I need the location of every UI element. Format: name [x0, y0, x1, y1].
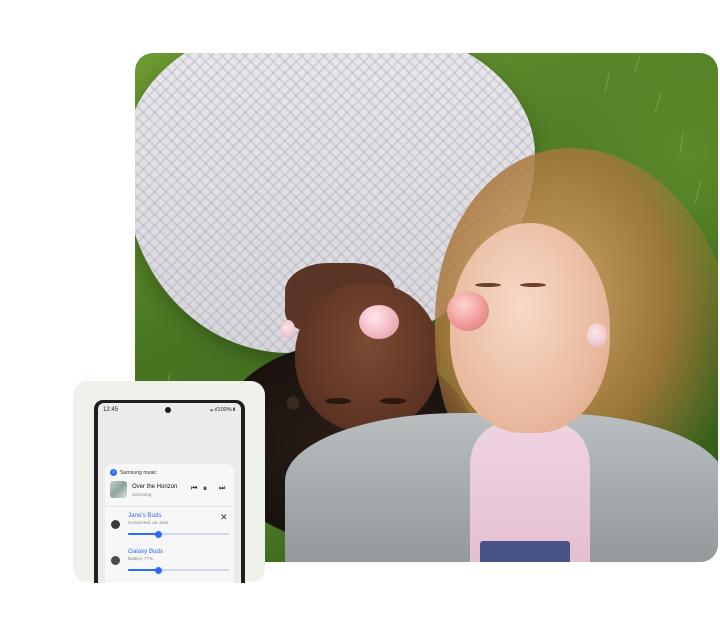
track-artist: Samsung — [132, 492, 152, 497]
bubblegum-bubble-one — [359, 305, 399, 339]
device-status-janes-buds: Connected via Jane — [128, 520, 169, 525]
skip-next-icon[interactable]: ⏭ — [219, 485, 225, 493]
device-name-janes-buds[interactable]: Jane's Buds — [128, 512, 162, 519]
status-indicators: ⩦.ıl100%▮ — [210, 407, 236, 413]
earbuds-icon — [111, 556, 120, 565]
device-status-galaxy-buds: Battery 77% — [128, 556, 154, 561]
phone-screen: 12:45 ⩦.ıl100%▮ ♪ Samsung music Over the… — [98, 403, 241, 583]
skip-previous-icon[interactable]: ⏮ — [191, 485, 197, 493]
track-title: Over the Horizon — [132, 484, 178, 490]
device-name-galaxy-buds[interactable]: Galaxy Buds — [128, 548, 163, 555]
volume-slider-fill — [128, 533, 159, 535]
person-two-eye-right — [520, 283, 546, 287]
pause-icon[interactable]: ⏸ — [203, 485, 207, 493]
shirt-print — [480, 541, 570, 562]
person-one-eye-right — [380, 398, 406, 404]
person-two-eye-left — [475, 283, 501, 287]
earbud-one — [281, 320, 295, 338]
person-one-face — [295, 283, 440, 433]
volume-slider-galaxy-buds[interactable] — [128, 566, 229, 574]
media-app-name: Samsung music — [120, 469, 157, 476]
album-art[interactable] — [110, 481, 127, 498]
music-note-icon: ♪ — [110, 469, 117, 476]
panel-divider — [105, 506, 234, 507]
close-icon[interactable]: ✕ — [220, 513, 228, 522]
media-output-panel: ♪ Samsung music Over the Horizon Samsung… — [105, 464, 234, 583]
front-camera — [165, 407, 171, 413]
volume-slider-thumb[interactable] — [154, 566, 162, 574]
earbuds-icon — [111, 520, 120, 529]
media-app-row[interactable]: ♪ Samsung music — [110, 469, 157, 476]
volume-slider-janes-buds[interactable] — [128, 530, 229, 538]
bubblegum-bubble-two — [447, 291, 489, 331]
status-time: 12:45 — [103, 407, 119, 413]
volume-slider-thumb[interactable] — [154, 530, 162, 538]
earbud-two — [587, 323, 607, 347]
volume-slider-fill — [128, 569, 159, 571]
person-one-eye-left — [325, 398, 351, 404]
